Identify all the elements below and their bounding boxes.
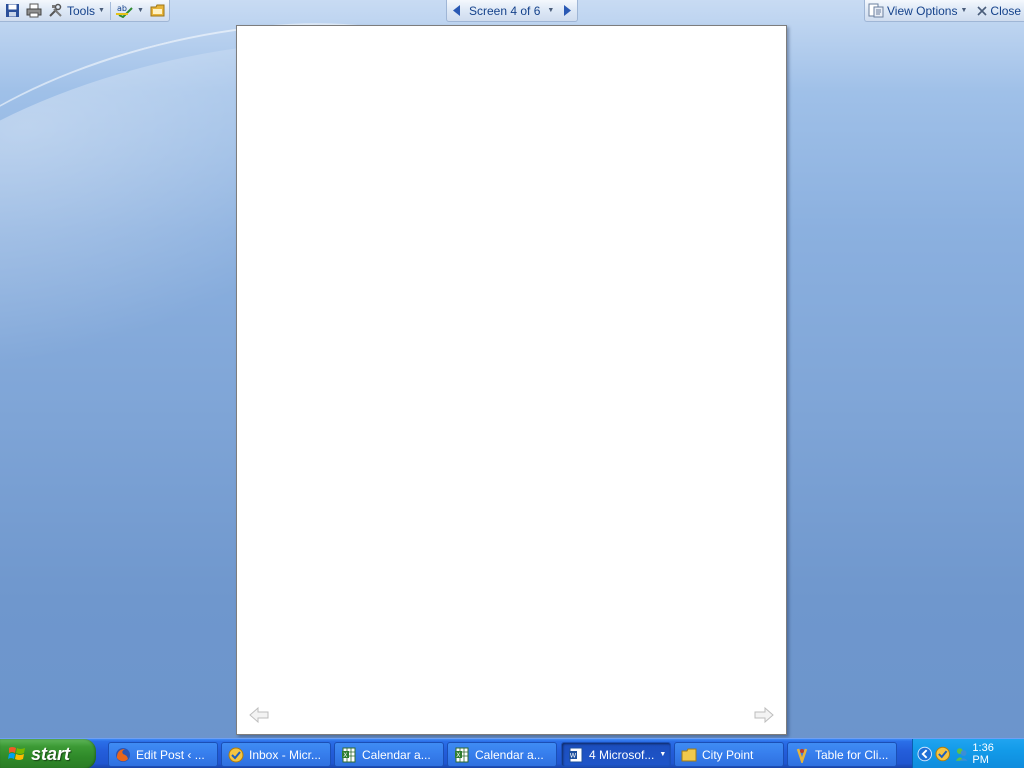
chevron-down-icon: ▼ [659,751,667,758]
view-options-icon [868,3,884,18]
tools-icon [49,3,62,17]
taskbar-item-edit-post[interactable]: Edit Post ‹ ... [108,742,218,767]
taskbar-item-table-for-clients[interactable]: Table for Cli... [787,742,897,767]
start-label: start [31,743,71,764]
taskbar-item-microsoft-word-group[interactable]: W 4 Microsof... ▼ [561,742,671,767]
folder-icon [681,748,697,761]
system-tray: 1:36 PM [912,739,1024,768]
taskbar-item-city-point[interactable]: City Point [674,742,784,767]
reading-toolbar-right: View Options ▼ Close [864,0,1024,22]
chevron-down-icon: ▼ [547,7,555,14]
firefox-icon [116,747,130,762]
document-page[interactable] [236,25,787,735]
messenger-tray-icon[interactable] [954,746,969,762]
research-button[interactable] [147,1,169,21]
word-icon: W [569,747,583,762]
svg-text:ab: ab [117,4,127,13]
next-page-arrow-icon[interactable] [754,706,774,724]
svg-text:W: W [570,751,577,759]
triangle-left-icon [453,5,460,16]
close-icon [977,5,987,16]
outlook-tray-icon[interactable] [935,746,951,762]
app-icon [796,748,808,763]
clock[interactable]: 1:36 PM [972,742,1012,766]
previous-screen-button[interactable] [447,1,467,21]
taskbar-item-calendar-1[interactable]: X Calendar a... [334,742,444,767]
outlook-icon [228,747,244,762]
task-label: Inbox - Micr... [249,747,322,762]
screen-navigator: Screen 4 of 6 ▼ [446,0,578,22]
chevron-down-icon: ▼ [98,7,105,14]
chevron-down-icon: ▼ [136,7,144,14]
reading-toolbar-left: Tools ▼ ab ▼ [0,0,170,22]
spelling-icon: ab [115,4,133,18]
show-hidden-icons-button[interactable] [917,746,932,762]
task-label: Table for Cli... [815,747,889,762]
task-label: Edit Post ‹ ... [136,747,205,762]
windows-logo-icon [8,747,25,760]
excel-icon: X [455,747,469,762]
previous-page-arrow-icon[interactable] [249,706,269,724]
close-reading-button[interactable]: Close [974,1,1024,21]
taskbar-item-inbox[interactable]: Inbox - Micr... [221,742,331,767]
excel-icon: X [342,747,356,762]
print-icon [26,3,42,18]
svg-text:X: X [343,752,347,759]
svg-text:X: X [456,752,460,759]
view-options-label: View Options [887,3,958,18]
taskbar-item-calendar-2[interactable]: X Calendar a... [447,742,557,767]
start-button[interactable]: start [0,739,96,768]
folder-research-icon [150,4,165,17]
screen-indicator-label: Screen 4 of 6 [469,3,541,18]
print-button[interactable] [23,1,45,21]
spelling-menu-button[interactable]: ab ▼ [113,1,147,21]
screen-indicator-dropdown[interactable]: Screen 4 of 6 ▼ [467,1,556,21]
tools-label: Tools [67,3,96,18]
task-label: Calendar a... [362,747,431,762]
toolbar-divider [109,1,111,20]
next-screen-button[interactable] [557,1,577,21]
view-options-button[interactable]: View Options ▼ [865,1,970,21]
tools-menu-button[interactable]: Tools ▼ [45,1,108,21]
chevron-down-icon: ▼ [960,7,968,14]
close-label: Close [990,3,1022,18]
task-label: 4 Microsof... [589,747,655,762]
taskbar: start Edit Post ‹ ... Inbox - Micr... X … [0,738,1024,768]
task-label: City Point [702,747,754,762]
save-button[interactable] [2,1,23,21]
save-icon [6,4,19,17]
task-label: Calendar a... [475,747,544,762]
triangle-right-icon [564,5,571,16]
